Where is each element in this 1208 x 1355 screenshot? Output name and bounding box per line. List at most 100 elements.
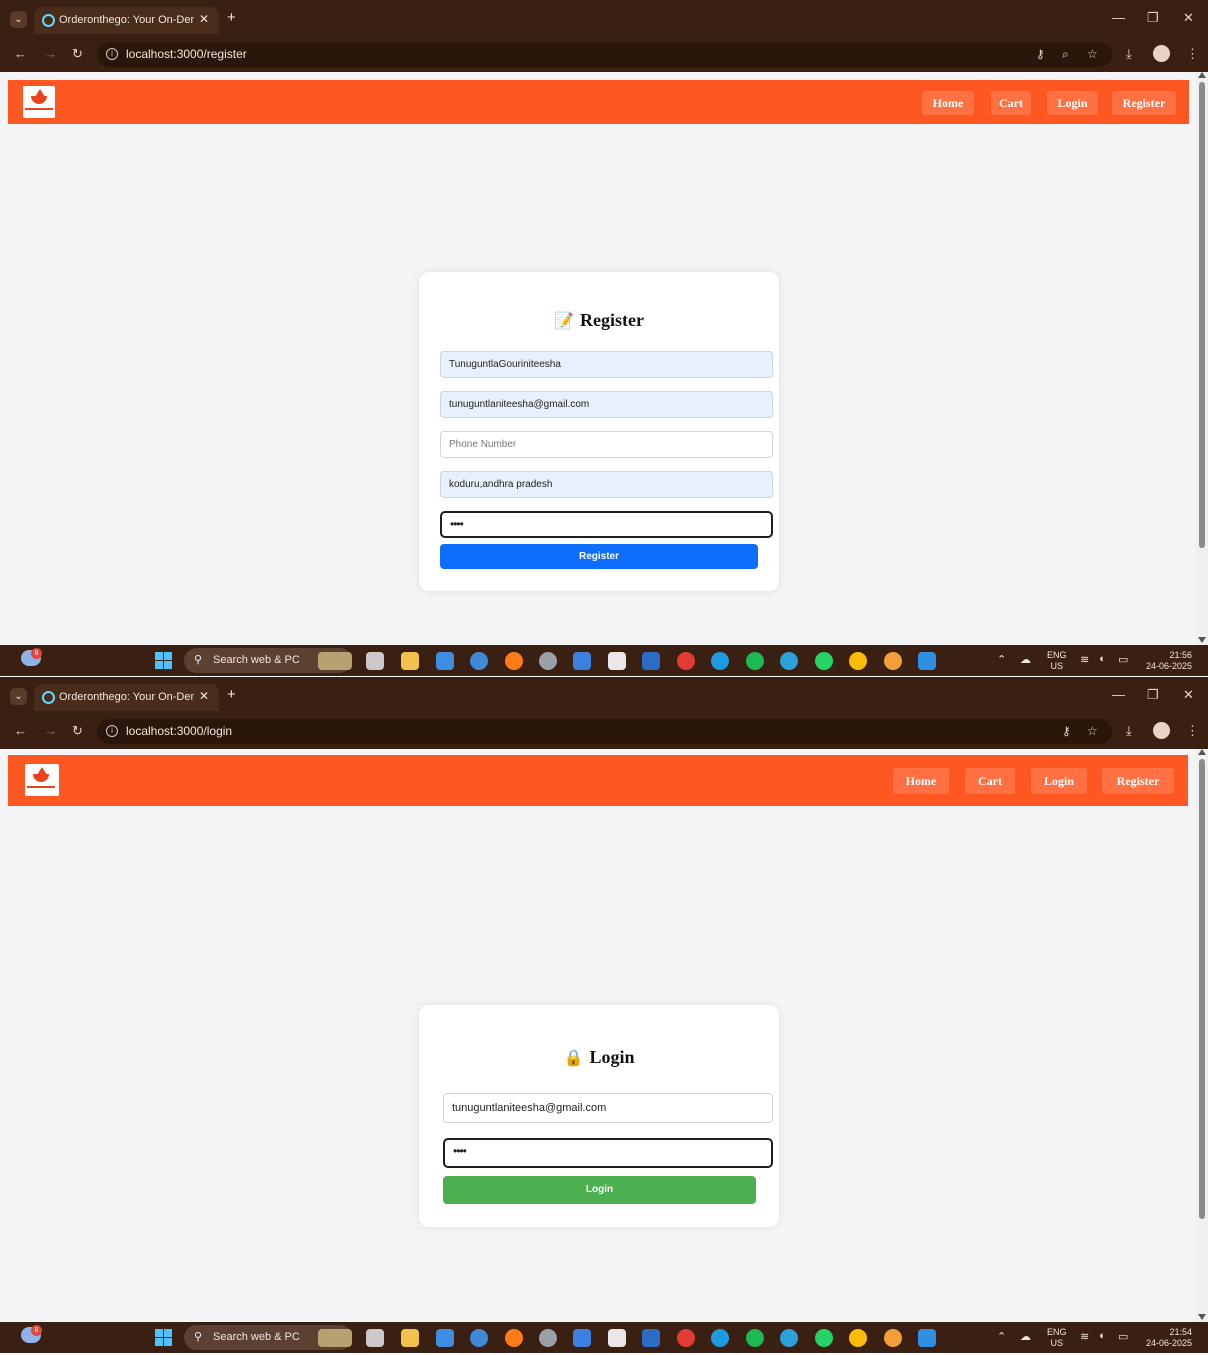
settings-gear-icon[interactable] (539, 652, 557, 670)
file-explorer-icon[interactable] (401, 1329, 419, 1347)
chrome-menu-icon[interactable]: ⋮ (1186, 46, 1199, 62)
minimize-button[interactable]: — (1112, 687, 1125, 702)
register-submit-button[interactable]: Register (440, 544, 758, 569)
file-explorer-icon[interactable] (401, 652, 419, 670)
tab-search-button[interactable]: ⌄ (10, 11, 27, 28)
chrome-active-icon[interactable] (884, 1329, 902, 1347)
spotify-icon[interactable] (746, 1329, 764, 1347)
back-icon[interactable]: ← (14, 723, 27, 738)
nav-login-button[interactable]: Login (1047, 91, 1098, 115)
nav-login-button[interactable]: Login (1031, 768, 1087, 794)
firefox-icon[interactable] (505, 652, 523, 670)
store-icon[interactable] (608, 652, 626, 670)
download-icon[interactable]: ⤓ (1126, 723, 1132, 739)
bookmark-star-icon[interactable]: ☆ (1087, 47, 1098, 61)
site-logo[interactable] (25, 764, 59, 796)
photos-app-icon[interactable] (436, 1329, 454, 1347)
wifi-icon[interactable]: ≋ (1080, 653, 1089, 666)
reload-icon[interactable]: ↻ (72, 46, 83, 62)
forward-icon[interactable]: → (44, 723, 57, 738)
tray-expand-icon[interactable]: ⌃ (997, 653, 1006, 666)
chrome-icon[interactable] (849, 652, 867, 670)
whatsapp-icon[interactable] (815, 1329, 833, 1347)
task-view-icon[interactable] (366, 1329, 384, 1347)
word-icon[interactable] (642, 1329, 660, 1347)
nav-home-button[interactable]: Home (922, 91, 974, 115)
download-icon[interactable]: ⤓ (1126, 46, 1132, 62)
edge-icon[interactable] (711, 1329, 729, 1347)
address-field[interactable]: koduru,andhra pradesh (440, 471, 773, 498)
page-scrollbar[interactable] (1196, 72, 1208, 645)
store-icon[interactable] (608, 1329, 626, 1347)
omnibox[interactable]: i localhost:3000/login ⚷ ☆ (97, 719, 1112, 744)
close-window-button[interactable]: ✕ (1183, 10, 1194, 26)
tray-cloud-icon[interactable]: ☁ (1020, 653, 1031, 666)
telegram-icon[interactable] (780, 652, 798, 670)
bookmark-star-icon[interactable]: ☆ (1087, 724, 1098, 738)
restore-button[interactable]: ❐ (1147, 687, 1159, 703)
battery-icon[interactable]: ▭ (1118, 653, 1128, 666)
browser-tab[interactable]: Orderonthego: Your On-Deman ✕ (34, 684, 219, 711)
page-scrollbar[interactable] (1196, 749, 1208, 1322)
language-indicator[interactable]: ENG US (1047, 1327, 1067, 1349)
language-indicator[interactable]: ENG US (1047, 650, 1067, 672)
vscode-icon[interactable] (918, 652, 936, 670)
system-clock[interactable]: 21:54 24-06-2025 (1146, 1327, 1192, 1349)
url-text[interactable]: localhost:3000/login (126, 724, 232, 738)
nav-register-button[interactable]: Register (1112, 91, 1176, 115)
profile-avatar[interactable] (1153, 45, 1170, 62)
tray-expand-icon[interactable]: ⌃ (997, 1330, 1006, 1343)
minimize-button[interactable]: — (1112, 10, 1125, 25)
nav-home-button[interactable]: Home (893, 768, 949, 794)
nav-register-button[interactable]: Register (1102, 768, 1174, 794)
chrome-icon[interactable] (849, 1329, 867, 1347)
nav-cart-button[interactable]: Cart (991, 91, 1031, 115)
whatsapp-icon[interactable] (815, 652, 833, 670)
system-clock[interactable]: 21:56 24-06-2025 (1146, 650, 1192, 672)
close-window-button[interactable]: ✕ (1183, 687, 1194, 703)
search-highlight-icon[interactable] (318, 652, 352, 670)
restore-button[interactable]: ❐ (1147, 10, 1159, 26)
telegram-icon[interactable] (780, 1329, 798, 1347)
password-field[interactable]: •••• (440, 511, 773, 538)
spotify-icon[interactable] (746, 652, 764, 670)
tab-search-button[interactable]: ⌄ (10, 688, 27, 705)
browser-tab[interactable]: Orderonthego: Your On-Deman ✕ (34, 7, 219, 34)
copilot-app-icon[interactable] (470, 1329, 488, 1347)
firefox-icon[interactable] (505, 1329, 523, 1347)
tab-close-icon[interactable]: ✕ (199, 12, 209, 26)
volume-icon[interactable]: ◖ (1098, 1330, 1105, 1342)
task-view-icon[interactable] (366, 652, 384, 670)
password-field[interactable]: •••• (443, 1138, 773, 1168)
tray-cloud-icon[interactable]: ☁ (1020, 1330, 1031, 1343)
chrome-menu-icon[interactable]: ⋮ (1186, 723, 1199, 739)
site-info-icon[interactable]: i (106, 48, 118, 60)
edge-icon[interactable] (711, 652, 729, 670)
copilot-icon[interactable] (573, 652, 591, 670)
settings-gear-icon[interactable] (539, 1329, 557, 1347)
app-red-icon[interactable] (677, 1329, 695, 1347)
profile-avatar[interactable] (1153, 722, 1170, 739)
zoom-icon[interactable]: ⌕ (1062, 47, 1069, 62)
volume-icon[interactable]: ◖ (1098, 653, 1105, 665)
vscode-icon[interactable] (918, 1329, 936, 1347)
username-field[interactable]: TunuguntlaGouriniteesha (440, 351, 773, 378)
photos-app-icon[interactable] (436, 652, 454, 670)
word-icon[interactable] (642, 652, 660, 670)
tab-close-icon[interactable]: ✕ (199, 689, 209, 703)
windows-start-icon[interactable] (155, 652, 172, 669)
windows-start-icon[interactable] (155, 1329, 172, 1346)
login-submit-button[interactable]: Login (443, 1176, 756, 1204)
back-icon[interactable]: ← (14, 46, 27, 61)
password-key-icon[interactable]: ⚷ (1036, 47, 1045, 61)
email-field[interactable]: tunuguntlaniteesha@gmail.com (440, 391, 773, 418)
forward-icon[interactable]: → (44, 46, 57, 61)
app-red-icon[interactable] (677, 652, 695, 670)
battery-icon[interactable]: ▭ (1118, 1330, 1128, 1343)
email-field[interactable]: tunuguntlaniteesha@gmail.com (443, 1093, 773, 1123)
wifi-icon[interactable]: ≋ (1080, 1330, 1089, 1343)
new-tab-button[interactable]: + (227, 9, 236, 26)
nav-cart-button[interactable]: Cart (965, 768, 1015, 794)
phone-field[interactable]: Phone Number (440, 431, 773, 458)
omnibox[interactable]: i localhost:3000/register ⚷ ⌕ ☆ (97, 42, 1112, 67)
